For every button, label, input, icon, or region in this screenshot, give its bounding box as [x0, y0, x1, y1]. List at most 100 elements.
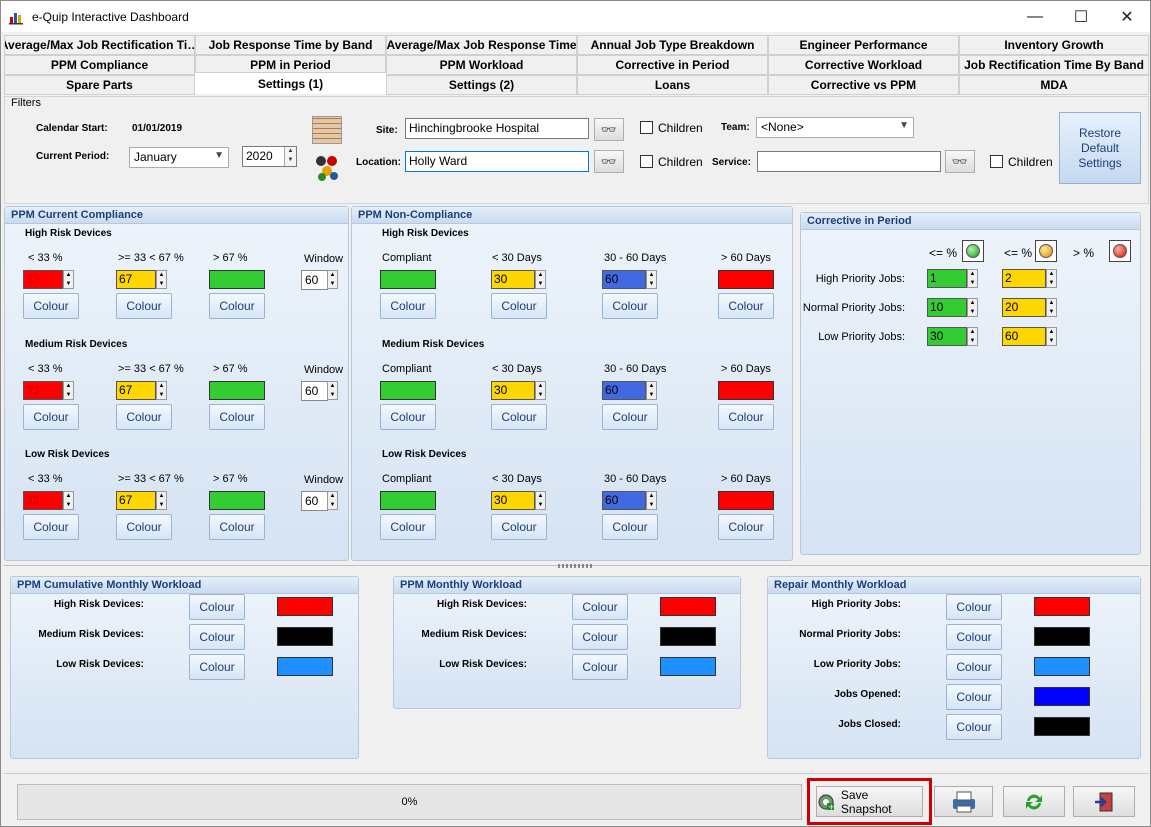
maximize-button[interactable]: ☐ [1058, 1, 1104, 32]
service-search-button[interactable]: 👓 [945, 150, 975, 173]
value-spinner[interactable]: ▲ ▼ [327, 491, 338, 510]
amber-threshold-input[interactable]: 60 [1002, 327, 1046, 346]
low-colour-button[interactable]: Colour [23, 404, 79, 430]
amber-threshold-input[interactable]: 2 [1002, 269, 1046, 288]
window-input[interactable]: 60 [301, 381, 328, 401]
site-children-checkbox[interactable] [640, 121, 653, 134]
mid-colour-button[interactable]: Colour [116, 404, 172, 430]
colour-button[interactable]: Colour [189, 594, 245, 620]
tab-corrective-workload[interactable]: Corrective Workload [768, 55, 959, 75]
d3060-days-input[interactable]: 60 [602, 491, 646, 510]
location-children-checkbox[interactable] [640, 155, 653, 168]
tab-avg-max-job-response-time[interactable]: Average/Max Job Response Time [386, 35, 577, 55]
value-spinner[interactable]: ▲ ▼ [1046, 298, 1057, 317]
compliant-colour-button[interactable]: Colour [380, 514, 436, 540]
high-colour-button[interactable]: Colour [209, 514, 265, 540]
colour-button[interactable]: Colour [946, 714, 1002, 740]
save-snapshot-button[interactable]: + Save Snapshot [816, 786, 923, 817]
green-threshold-input[interactable]: 10 [927, 298, 967, 317]
tab-annual-job-type-breakdown[interactable]: Annual Job Type Breakdown [577, 35, 768, 55]
value-spinner[interactable]: ▲ ▼ [63, 491, 74, 510]
gt60-colour-button[interactable]: Colour [718, 293, 774, 319]
d3060-colour-button[interactable]: Colour [602, 293, 658, 319]
window-input[interactable]: 60 [301, 270, 328, 290]
tab-corrective-vs-ppm[interactable]: Corrective vs PPM [768, 75, 959, 95]
location-input[interactable]: Holly Ward [405, 151, 589, 172]
value-spinner[interactable]: ▲ ▼ [535, 491, 546, 510]
tab-mda[interactable]: MDA [959, 75, 1149, 95]
restore-default-settings-button[interactable]: Restore Default Settings [1059, 112, 1141, 184]
lt30-days-input[interactable]: 30 [491, 381, 535, 400]
people-icon[interactable] [312, 153, 342, 183]
tab-ppm-workload[interactable]: PPM Workload [386, 55, 577, 75]
gt60-colour-button[interactable]: Colour [718, 514, 774, 540]
map-icon[interactable] [312, 116, 342, 144]
green-threshold-input[interactable]: 1 [927, 269, 967, 288]
high-colour-button[interactable]: Colour [209, 293, 265, 319]
colour-button[interactable]: Colour [572, 624, 628, 650]
colour-button[interactable]: Colour [946, 594, 1002, 620]
colour-button[interactable]: Colour [572, 654, 628, 680]
high-colour-button[interactable]: Colour [209, 404, 265, 430]
value-spinner[interactable]: ▲ ▼ [646, 491, 657, 510]
tab-spare-parts[interactable]: Spare Parts [4, 75, 195, 95]
service-input[interactable] [757, 151, 941, 172]
colour-button[interactable]: Colour [946, 684, 1002, 710]
lt30-colour-button[interactable]: Colour [491, 514, 547, 540]
value-spinner[interactable]: ▲ ▼ [327, 270, 338, 289]
service-children-checkbox[interactable] [990, 155, 1003, 168]
period-year-input[interactable]: 2020 ▲ ▼ [242, 146, 297, 167]
tab-settings-2[interactable]: Settings (2) [386, 75, 577, 95]
team-select[interactable]: <None> ▼ [756, 117, 914, 138]
value-spinner[interactable]: ▲ ▼ [1046, 327, 1057, 346]
colour-button[interactable]: Colour [189, 624, 245, 650]
amber-threshold-input[interactable]: 20 [1002, 298, 1046, 317]
colour-button[interactable]: Colour [572, 594, 628, 620]
period-month-select[interactable]: January ▼ [129, 147, 229, 168]
low-threshold-input[interactable]: 33 [23, 491, 63, 510]
value-spinner[interactable]: ▲ ▼ [63, 270, 74, 289]
colour-button[interactable]: Colour [189, 654, 245, 680]
mid-threshold-input[interactable]: 67 [116, 491, 156, 510]
value-spinner[interactable]: ▲ ▼ [63, 381, 74, 400]
green-threshold-input[interactable]: 30 [927, 327, 967, 346]
exit-button[interactable] [1073, 786, 1135, 817]
low-threshold-input[interactable]: 33 [23, 270, 63, 289]
value-spinner[interactable]: ▲ ▼ [967, 327, 978, 346]
lt30-days-input[interactable]: 30 [491, 491, 535, 510]
mid-threshold-input[interactable]: 67 [116, 381, 156, 400]
d3060-colour-button[interactable]: Colour [602, 404, 658, 430]
year-spinner[interactable]: ▲ ▼ [284, 147, 296, 166]
lt30-colour-button[interactable]: Colour [491, 404, 547, 430]
low-colour-button[interactable]: Colour [23, 293, 79, 319]
mid-colour-button[interactable]: Colour [116, 293, 172, 319]
tab-inventory-growth[interactable]: Inventory Growth [959, 35, 1149, 55]
value-spinner[interactable]: ▲ ▼ [967, 269, 978, 288]
tab-avg-max-job-rectification[interactable]: Average/Max Job Rectification Ti… [4, 35, 195, 55]
d3060-colour-button[interactable]: Colour [602, 514, 658, 540]
tab-job-rectification-time-by-band[interactable]: Job Rectification Time By Band [959, 55, 1149, 75]
tab-ppm-compliance[interactable]: PPM Compliance [4, 55, 195, 75]
compliant-colour-button[interactable]: Colour [380, 293, 436, 319]
site-input[interactable]: Hinchingbrooke Hospital [405, 118, 589, 139]
location-search-button[interactable]: 👓 [594, 150, 624, 173]
value-spinner[interactable]: ▲ ▼ [535, 270, 546, 289]
value-spinner[interactable]: ▲ ▼ [535, 381, 546, 400]
compliant-colour-button[interactable]: Colour [380, 404, 436, 430]
colour-button[interactable]: Colour [946, 624, 1002, 650]
low-threshold-input[interactable]: 33 [23, 381, 63, 400]
gt60-colour-button[interactable]: Colour [718, 404, 774, 430]
minimize-button[interactable]: — [1012, 1, 1058, 32]
value-spinner[interactable]: ▲ ▼ [646, 270, 657, 289]
value-spinner[interactable]: ▲ ▼ [967, 298, 978, 317]
value-spinner[interactable]: ▲ ▼ [327, 381, 338, 400]
value-spinner[interactable]: ▲ ▼ [646, 381, 657, 400]
refresh-button[interactable] [1003, 786, 1065, 817]
value-spinner[interactable]: ▲ ▼ [1046, 269, 1057, 288]
low-colour-button[interactable]: Colour [23, 514, 79, 540]
colour-button[interactable]: Colour [946, 654, 1002, 680]
value-spinner[interactable]: ▲ ▼ [156, 270, 167, 289]
tab-corrective-in-period[interactable]: Corrective in Period [577, 55, 768, 75]
mid-threshold-input[interactable]: 67 [116, 270, 156, 289]
tab-settings-1[interactable]: Settings (1) [194, 72, 387, 94]
